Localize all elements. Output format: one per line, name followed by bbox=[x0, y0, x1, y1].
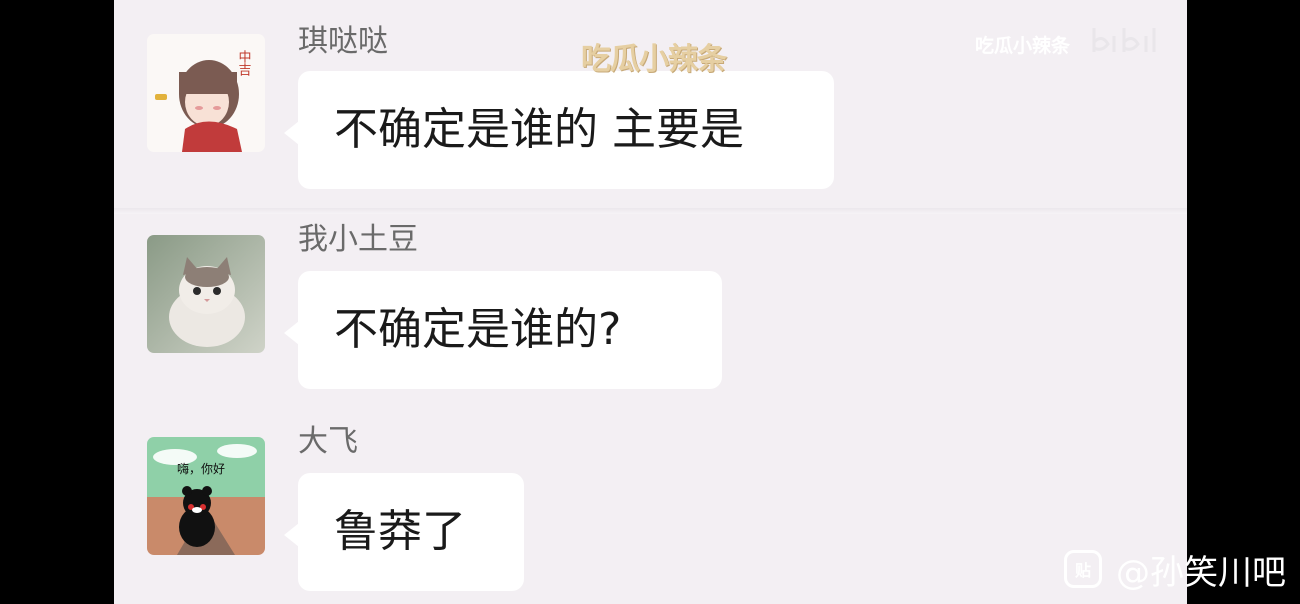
bilibili-logo-icon bbox=[1092, 28, 1156, 52]
sender-name: 琪哒哒 bbox=[298, 24, 388, 59]
avatar-greeting-text: 嗨，你好 bbox=[177, 462, 225, 476]
message-bubble[interactable]: 不确定是谁的? bbox=[284, 271, 722, 389]
avatar-cat[interactable] bbox=[147, 235, 265, 353]
sender-name: 大飞 bbox=[298, 424, 358, 459]
avatar-fortune-text: 中吉 bbox=[236, 50, 252, 76]
message-bubble[interactable]: 不确定是谁的 主要是 bbox=[284, 71, 834, 189]
watermark-top-right: 吃瓜小辣条 bbox=[975, 35, 1071, 57]
avatar-kumamon[interactable]: 嗨，你好 bbox=[147, 437, 265, 555]
kumamon-avatar-icon: 嗨，你好 bbox=[147, 437, 265, 555]
message-divider bbox=[114, 208, 1187, 214]
sender-name: 我小土豆 bbox=[298, 222, 418, 257]
anime-girl-avatar-icon: 中吉 bbox=[147, 34, 265, 152]
message-bubble[interactable]: 鲁莽了 bbox=[284, 473, 524, 591]
tieba-watermark-text: @孙笑川吧 bbox=[1116, 552, 1286, 593]
tieba-icon: 贴 bbox=[1064, 550, 1102, 588]
cat-avatar-icon bbox=[147, 235, 265, 353]
avatar-anime-girl[interactable]: 中吉 bbox=[147, 34, 265, 152]
tieba-watermark: 贴 @孙笑川吧 bbox=[1064, 547, 1286, 593]
watermark-center: 吃瓜小辣条 bbox=[581, 42, 727, 77]
